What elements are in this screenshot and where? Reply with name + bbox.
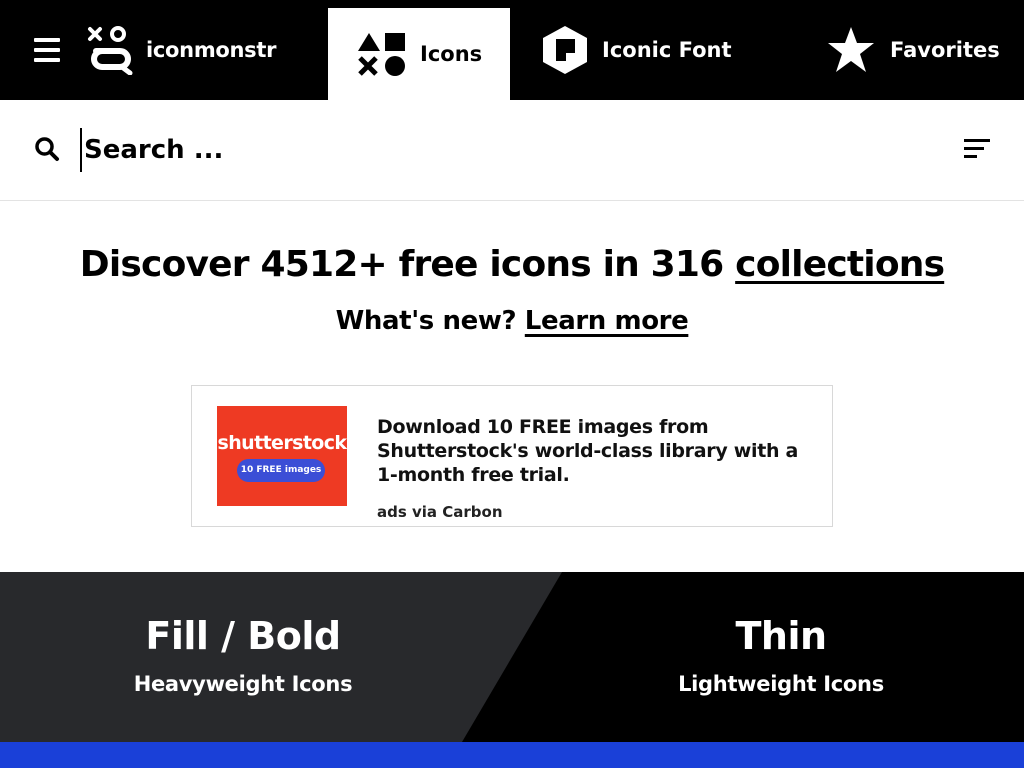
tab-icons-label: Icons (420, 42, 483, 66)
headline-text: Discover 4512+ free icons in 316 (79, 244, 736, 285)
menu-line (34, 58, 60, 62)
tab-iconic-font-label: Iconic Font (602, 38, 732, 62)
card-fill-title: Fill / Bold (145, 614, 341, 658)
menu-line (34, 38, 60, 42)
search-input[interactable] (80, 128, 880, 172)
star-icon (828, 27, 874, 72)
brand-logo-link[interactable]: iconmonstr (86, 24, 276, 76)
tab-favorites-label: Favorites (890, 38, 1000, 62)
shutterstock-logo: shutterstock (217, 432, 348, 454)
card-thin-subtitle: Lightweight Icons (678, 672, 884, 696)
ad-badge: 10 FREE images (237, 459, 325, 482)
shapes-icon (358, 33, 405, 76)
ad-image[interactable]: shutterstock 10 FREE images (217, 406, 347, 506)
menu-line (34, 48, 60, 52)
headline: Discover 4512+ free icons in 316 collect… (0, 244, 1024, 285)
ads-via-carbon-link[interactable]: ads via Carbon (377, 503, 503, 521)
hamburger-menu-button[interactable] (34, 38, 60, 62)
card-fill-subtitle: Heavyweight Icons (133, 672, 353, 696)
brand-name: iconmonstr (146, 38, 277, 62)
iconmonstr-logo-icon (88, 26, 133, 75)
search-icon[interactable] (34, 136, 60, 162)
blue-footer-band (0, 742, 1024, 768)
tab-icons[interactable]: Icons (328, 8, 510, 100)
filter-sort-icon[interactable] (962, 137, 990, 161)
card-thin[interactable]: Thin Lightweight Icons (462, 572, 1024, 742)
card-thin-title: Thin (735, 614, 827, 658)
top-navigation: iconmonstr Icons Iconic Font Favorites (0, 0, 1024, 100)
learn-more-link[interactable]: Learn more (525, 306, 689, 336)
ad-text-link[interactable]: Download 10 FREE images from Shutterstoc… (377, 415, 817, 487)
style-cards: Fill / Bold Heavyweight Icons Thin Light… (0, 572, 1024, 742)
tab-iconic-font[interactable]: Iconic Font (542, 0, 732, 100)
carbon-ad: shutterstock 10 FREE images Download 10 … (191, 385, 833, 527)
collections-link[interactable]: collections (735, 244, 945, 285)
font-hex-icon (543, 26, 587, 74)
whats-new-text: What's new? (335, 306, 525, 336)
tab-favorites[interactable]: Favorites (826, 0, 1000, 100)
whats-new-line: What's new? Learn more (0, 306, 1024, 336)
